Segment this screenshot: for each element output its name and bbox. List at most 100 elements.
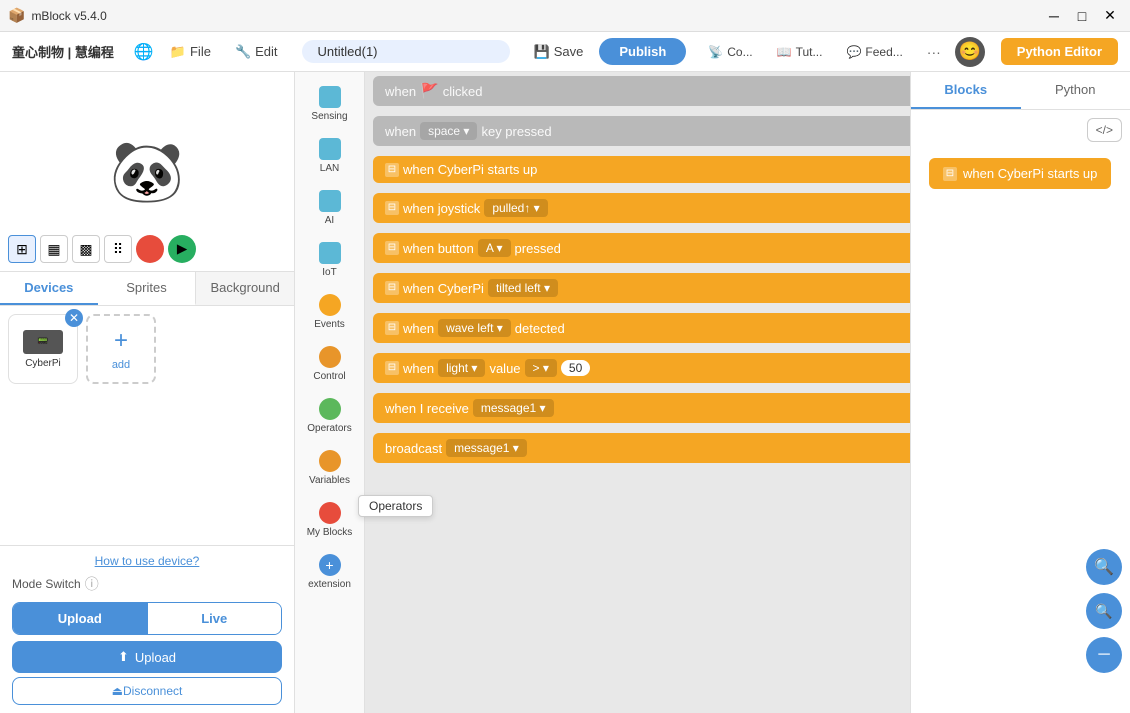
- left-panel: 🐼 ⊞ ▦ ▩ ⠿ ▶ Devices Sprites Background ✕…: [0, 72, 295, 713]
- tab-python[interactable]: Python: [1021, 72, 1130, 109]
- variables-dot: [319, 450, 341, 472]
- record-button[interactable]: [136, 235, 164, 263]
- devices-row: ✕ 📟 CyberPi + add: [8, 314, 286, 384]
- palette-extension[interactable]: + extension: [300, 548, 360, 596]
- view-grid2-button[interactable]: ▦: [40, 235, 68, 263]
- tilted-icon: ⊟: [385, 281, 399, 295]
- save-label: Save: [554, 44, 584, 59]
- publish-button[interactable]: Publish: [599, 38, 686, 65]
- live-mode-button[interactable]: Live: [148, 603, 282, 634]
- palette-sensing[interactable]: Sensing: [300, 80, 360, 128]
- control-label: Control: [313, 371, 345, 382]
- palette-iot[interactable]: IoT: [300, 236, 360, 284]
- close-button[interactable]: ✕: [1098, 4, 1122, 28]
- how-to-use-link[interactable]: How to use device?: [12, 554, 282, 568]
- block-tilted[interactable]: ⊟ when CyberPi tilted left ▾: [373, 273, 910, 303]
- space-dropdown[interactable]: space ▾: [420, 122, 477, 140]
- save-button[interactable]: 💾 Save: [526, 40, 592, 64]
- button-text: when button: [403, 241, 474, 256]
- feedback-button[interactable]: 💬 Feed...: [836, 41, 912, 63]
- clicked-text: clicked: [443, 84, 483, 99]
- wave-dropdown[interactable]: wave left ▾: [438, 319, 511, 337]
- add-device-button[interactable]: + add: [86, 314, 156, 384]
- palette-events[interactable]: Events: [300, 288, 360, 336]
- upload-mode-button[interactable]: Upload: [13, 603, 147, 634]
- view-grid3-button[interactable]: ▩: [72, 235, 100, 263]
- blocks-canvas: when 🚩 clicked when space ▾ key pressed …: [365, 72, 910, 713]
- block-light[interactable]: ⊟ when light ▾ value > ▾ 50: [373, 353, 910, 383]
- left-tabs: Devices Sprites Background: [0, 272, 294, 306]
- nav-buttons: 📡 Co... 📖 Tut... 💬 Feed...: [698, 41, 912, 63]
- view-expand-button[interactable]: ⊞: [8, 235, 36, 263]
- fit-button[interactable]: ─: [1086, 637, 1122, 673]
- minimize-button[interactable]: ─: [1042, 4, 1066, 28]
- joystick-text: when joystick: [403, 201, 480, 216]
- upload-full-button[interactable]: ⬆ Upload: [12, 641, 282, 673]
- zoom-in-icon: 🔍: [1094, 557, 1114, 577]
- file-menu[interactable]: 📁 File: [162, 40, 219, 64]
- right-tabs: Blocks Python: [911, 72, 1130, 110]
- when-text: when: [385, 84, 416, 99]
- button-dropdown[interactable]: A ▾: [478, 239, 511, 257]
- control-dot: [319, 346, 341, 368]
- operators-dot: [319, 398, 341, 420]
- broadcast-text: broadcast: [385, 441, 442, 456]
- remove-device-badge[interactable]: ✕: [65, 309, 83, 327]
- view-dots-button[interactable]: ⠿: [104, 235, 132, 263]
- block-when-clicked[interactable]: when 🚩 clicked: [373, 76, 910, 106]
- disconnect-button[interactable]: ⏏ Disconnect: [12, 677, 282, 705]
- floating-cyberpi-block[interactable]: ⊟ when CyberPi starts up: [929, 158, 1111, 189]
- more-button[interactable]: ···: [921, 40, 947, 64]
- edit-label: Edit: [255, 44, 277, 59]
- block-button-pressed[interactable]: ⊟ when button A ▾ pressed: [373, 233, 910, 263]
- project-name-input[interactable]: [302, 40, 510, 63]
- light-value[interactable]: 50: [561, 360, 590, 376]
- block-joystick[interactable]: ⊟ when joystick pulled↑ ▾: [373, 193, 910, 223]
- tab-blocks[interactable]: Blocks: [911, 72, 1021, 109]
- operator-dropdown[interactable]: > ▾: [525, 359, 557, 377]
- play-button[interactable]: ▶: [168, 235, 196, 263]
- pressed-text: pressed: [515, 241, 561, 256]
- tilted-dropdown[interactable]: tilted left ▾: [488, 279, 558, 297]
- palette-lan[interactable]: LAN: [300, 132, 360, 180]
- receive-dropdown[interactable]: message1 ▾: [473, 399, 554, 417]
- connect-button[interactable]: 📡 Co...: [698, 41, 762, 63]
- block-cyberpi-starts[interactable]: ⊟ when CyberPi starts up: [373, 156, 910, 183]
- joystick-dropdown[interactable]: pulled↑ ▾: [484, 199, 547, 217]
- avatar[interactable]: 😊: [955, 37, 985, 67]
- block-receive[interactable]: when I receive message1 ▾: [373, 393, 910, 423]
- broadcast-dropdown[interactable]: message1 ▾: [446, 439, 527, 457]
- tab-devices[interactable]: Devices: [0, 272, 98, 305]
- block-wave[interactable]: ⊟ when wave left ▾ detected: [373, 313, 910, 343]
- zoom-out-button[interactable]: 🔍: [1086, 593, 1122, 629]
- light-dropdown[interactable]: light ▾: [438, 359, 485, 377]
- globe-icon[interactable]: 🌐: [134, 42, 154, 62]
- sensing-dot: [319, 86, 341, 108]
- palette-myblocks[interactable]: My Blocks: [300, 496, 360, 544]
- block-when-key-pressed[interactable]: when space ▾ key pressed: [373, 116, 910, 146]
- python-editor-button[interactable]: Python Editor: [1001, 38, 1118, 65]
- tab-sprites[interactable]: Sprites: [98, 272, 196, 305]
- palette-ai[interactable]: AI: [300, 184, 360, 232]
- flag-icon: 🚩: [420, 82, 439, 100]
- edit-menu[interactable]: 🔧 Edit: [227, 40, 286, 64]
- palette-variables[interactable]: Variables: [300, 444, 360, 492]
- tab-background[interactable]: Background: [195, 272, 294, 305]
- main-area: 🐼 ⊞ ▦ ▩ ⠿ ▶ Devices Sprites Background ✕…: [0, 72, 1130, 713]
- wave-detected-text: detected: [515, 321, 565, 336]
- info-icon[interactable]: ⓘ: [85, 574, 99, 594]
- sprite-preview: 🐼 ⊞ ▦ ▩ ⠿ ▶: [0, 72, 294, 272]
- block-broadcast[interactable]: broadcast message1 ▾: [373, 433, 910, 463]
- zoom-in-button[interactable]: 🔍: [1086, 549, 1122, 585]
- events-dot: [319, 294, 341, 316]
- floating-block-icon: ⊟: [943, 167, 957, 181]
- right-content: ⊟ when CyberPi starts up </> 🔍 🔍 ─: [911, 110, 1130, 713]
- maximize-button[interactable]: □: [1070, 4, 1094, 28]
- palette-control[interactable]: Control: [300, 340, 360, 388]
- device-label: CyberPi: [25, 358, 61, 369]
- palette-operators[interactable]: Operators Operators: [300, 392, 360, 440]
- menubar: 童心制物 | 慧编程 🌐 📁 File 🔧 Edit 💾 Save Publis…: [0, 32, 1130, 72]
- tutorial-button[interactable]: 📖 Tut...: [767, 41, 833, 63]
- code-toggle-button[interactable]: </>: [1087, 118, 1122, 142]
- device-item-cyberpi[interactable]: ✕ 📟 CyberPi: [8, 314, 78, 384]
